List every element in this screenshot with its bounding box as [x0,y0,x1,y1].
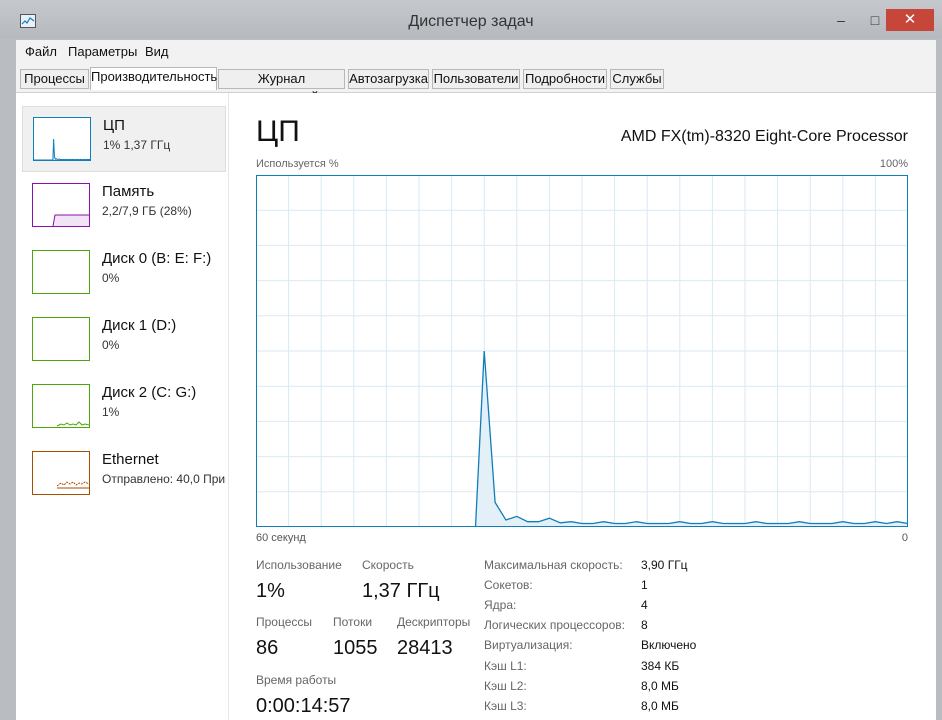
sidebar-item-subtitle: 1% 1,37 ГГц [103,138,171,152]
maximize-icon: □ [870,12,880,28]
sidebar-item-subtitle: Отправлено: 40,0 Прин [102,472,226,486]
page-title: ЦП [256,115,300,148]
menu-options[interactable]: Параметры [68,44,137,59]
disk-1-thumbnail-graph [32,317,90,361]
prop-l3-cache-label: Кэш L3: [484,699,527,713]
usage-value: 1% [256,580,285,602]
prop-sockets-value: 1 [641,578,648,592]
sidebar-item-disk-2[interactable]: Диск 2 (C: G:) 1% [22,374,226,440]
sidebar-item-subtitle: 2,2/7,9 ГБ (28%) [102,204,192,218]
cpu-sparkline [34,138,91,161]
prop-max-speed-label: Максимальная скорость: [484,558,623,572]
prop-l1-cache-label: Кэш L1: [484,659,527,673]
threads-label: Потоки [333,615,373,629]
prop-l3-cache-value: 8,0 МБ [641,699,679,713]
sidebar-item-memory[interactable]: Память 2,2/7,9 ГБ (28%) [22,173,226,239]
prop-cores-value: 4 [641,598,648,612]
prop-l2-cache-label: Кэш L2: [484,679,527,693]
cpu-details: ЦП AMD FX(tm)-8320 Eight-Core Processor … [256,93,936,720]
x-axis-right-label: 0 [901,532,908,544]
prop-logical-processors-value: 8 [641,618,648,632]
y-axis-max-label: 100% [879,158,908,170]
minimize-icon: – [837,12,845,28]
disk-0-thumbnail-graph [32,250,90,294]
disk-2-thumbnail-graph [32,384,90,428]
memory-sparkline [52,214,89,227]
sidebar-item-disk-0[interactable]: Диск 0 (B: E: F:) 0% [22,240,226,306]
speed-label: Скорость [362,558,414,572]
sidebar-item-subtitle: 1% [102,405,120,419]
window-title: Диспетчер задач [408,13,534,30]
y-axis-label: Используется % [256,158,339,170]
sidebar-item-subtitle: 0% [102,271,120,285]
prop-sockets-label: Сокетов: [484,578,533,592]
tab-details[interactable]: Подробности [523,69,607,89]
resource-list: ЦП 1% 1,37 ГГц Память 2,2/7,9 ГБ (28%) Д… [16,93,229,720]
menu-file[interactable]: Файл [25,44,57,59]
chart-grid [256,175,908,527]
cpu-thumbnail-graph [33,117,91,161]
prop-logical-processors-label: Логических процессоров: [484,618,625,632]
uptime-value: 0:00:14:57 [256,695,351,717]
close-button[interactable]: ✕ [886,9,934,31]
prop-virtualization-label: Виртуализация: [484,638,573,652]
task-manager-window: Диспетчер задач – □ ✕ Файл Параметры Вид… [0,0,942,720]
handles-value: 28413 [397,637,453,659]
sidebar-item-title: Ethernet [102,451,159,468]
title-bar[interactable]: Диспетчер задач – □ ✕ [0,0,942,38]
usage-label: Использование [256,558,342,572]
tab-startup[interactable]: Автозагрузка [348,69,429,89]
disk-2-sparkline [56,421,90,427]
sidebar-item-title: Диск 2 (C: G:) [102,384,197,401]
prop-l1-cache-value: 384 КБ [641,659,680,673]
handles-label: Дескрипторы [397,615,471,629]
sidebar-item-disk-1[interactable]: Диск 1 (D:) 0% [22,307,226,373]
ethernet-thumbnail-graph [32,451,90,495]
processes-label: Процессы [256,615,313,629]
close-icon: ✕ [903,11,917,28]
performance-panel: ЦП 1% 1,37 ГГц Память 2,2/7,9 ГБ (28%) Д… [16,93,936,720]
prop-virtualization-value: Включено [641,638,697,652]
menu-view[interactable]: Вид [145,44,169,59]
x-axis-left-label: 60 секунд [256,532,306,544]
sidebar-item-subtitle: 0% [102,338,120,352]
processor-name: AMD FX(tm)-8320 Eight-Core Processor [620,128,908,145]
uptime-label: Время работы [256,673,337,687]
memory-thumbnail-graph [32,183,90,227]
ethernet-sparkline [56,481,90,489]
cpu-usage-chart [256,175,908,527]
sidebar-item-title: Диск 0 (B: E: F:) [102,250,212,267]
prop-l2-cache-value: 8,0 МБ [641,679,679,693]
prop-max-speed-value: 3,90 ГГц [641,558,688,572]
sidebar-item-title: Диск 1 (D:) [102,317,177,334]
sidebar-item-cpu[interactable]: ЦП 1% 1,37 ГГц [22,106,226,172]
processes-value: 86 [256,637,279,659]
tab-services[interactable]: Службы [610,69,664,89]
tab-performance[interactable]: Производительность [90,67,217,90]
tab-processes[interactable]: Процессы [20,69,89,89]
speed-value: 1,37 ГГц [362,580,440,602]
sidebar-item-title: Память [102,183,155,200]
threads-value: 1055 [333,637,378,659]
prop-cores-label: Ядра: [484,598,517,612]
sidebar-item-ethernet[interactable]: Ethernet Отправлено: 40,0 Прин [22,441,226,507]
sidebar-item-title: ЦП [103,117,125,134]
tab-strip: Процессы Производительность Журнал прило… [16,64,936,104]
tab-app-history[interactable]: Журнал приложений [218,69,345,104]
menu-bar: Файл Параметры Вид [16,40,936,64]
tab-users[interactable]: Пользователи [432,69,520,89]
minimize-button[interactable]: – [826,9,856,31]
